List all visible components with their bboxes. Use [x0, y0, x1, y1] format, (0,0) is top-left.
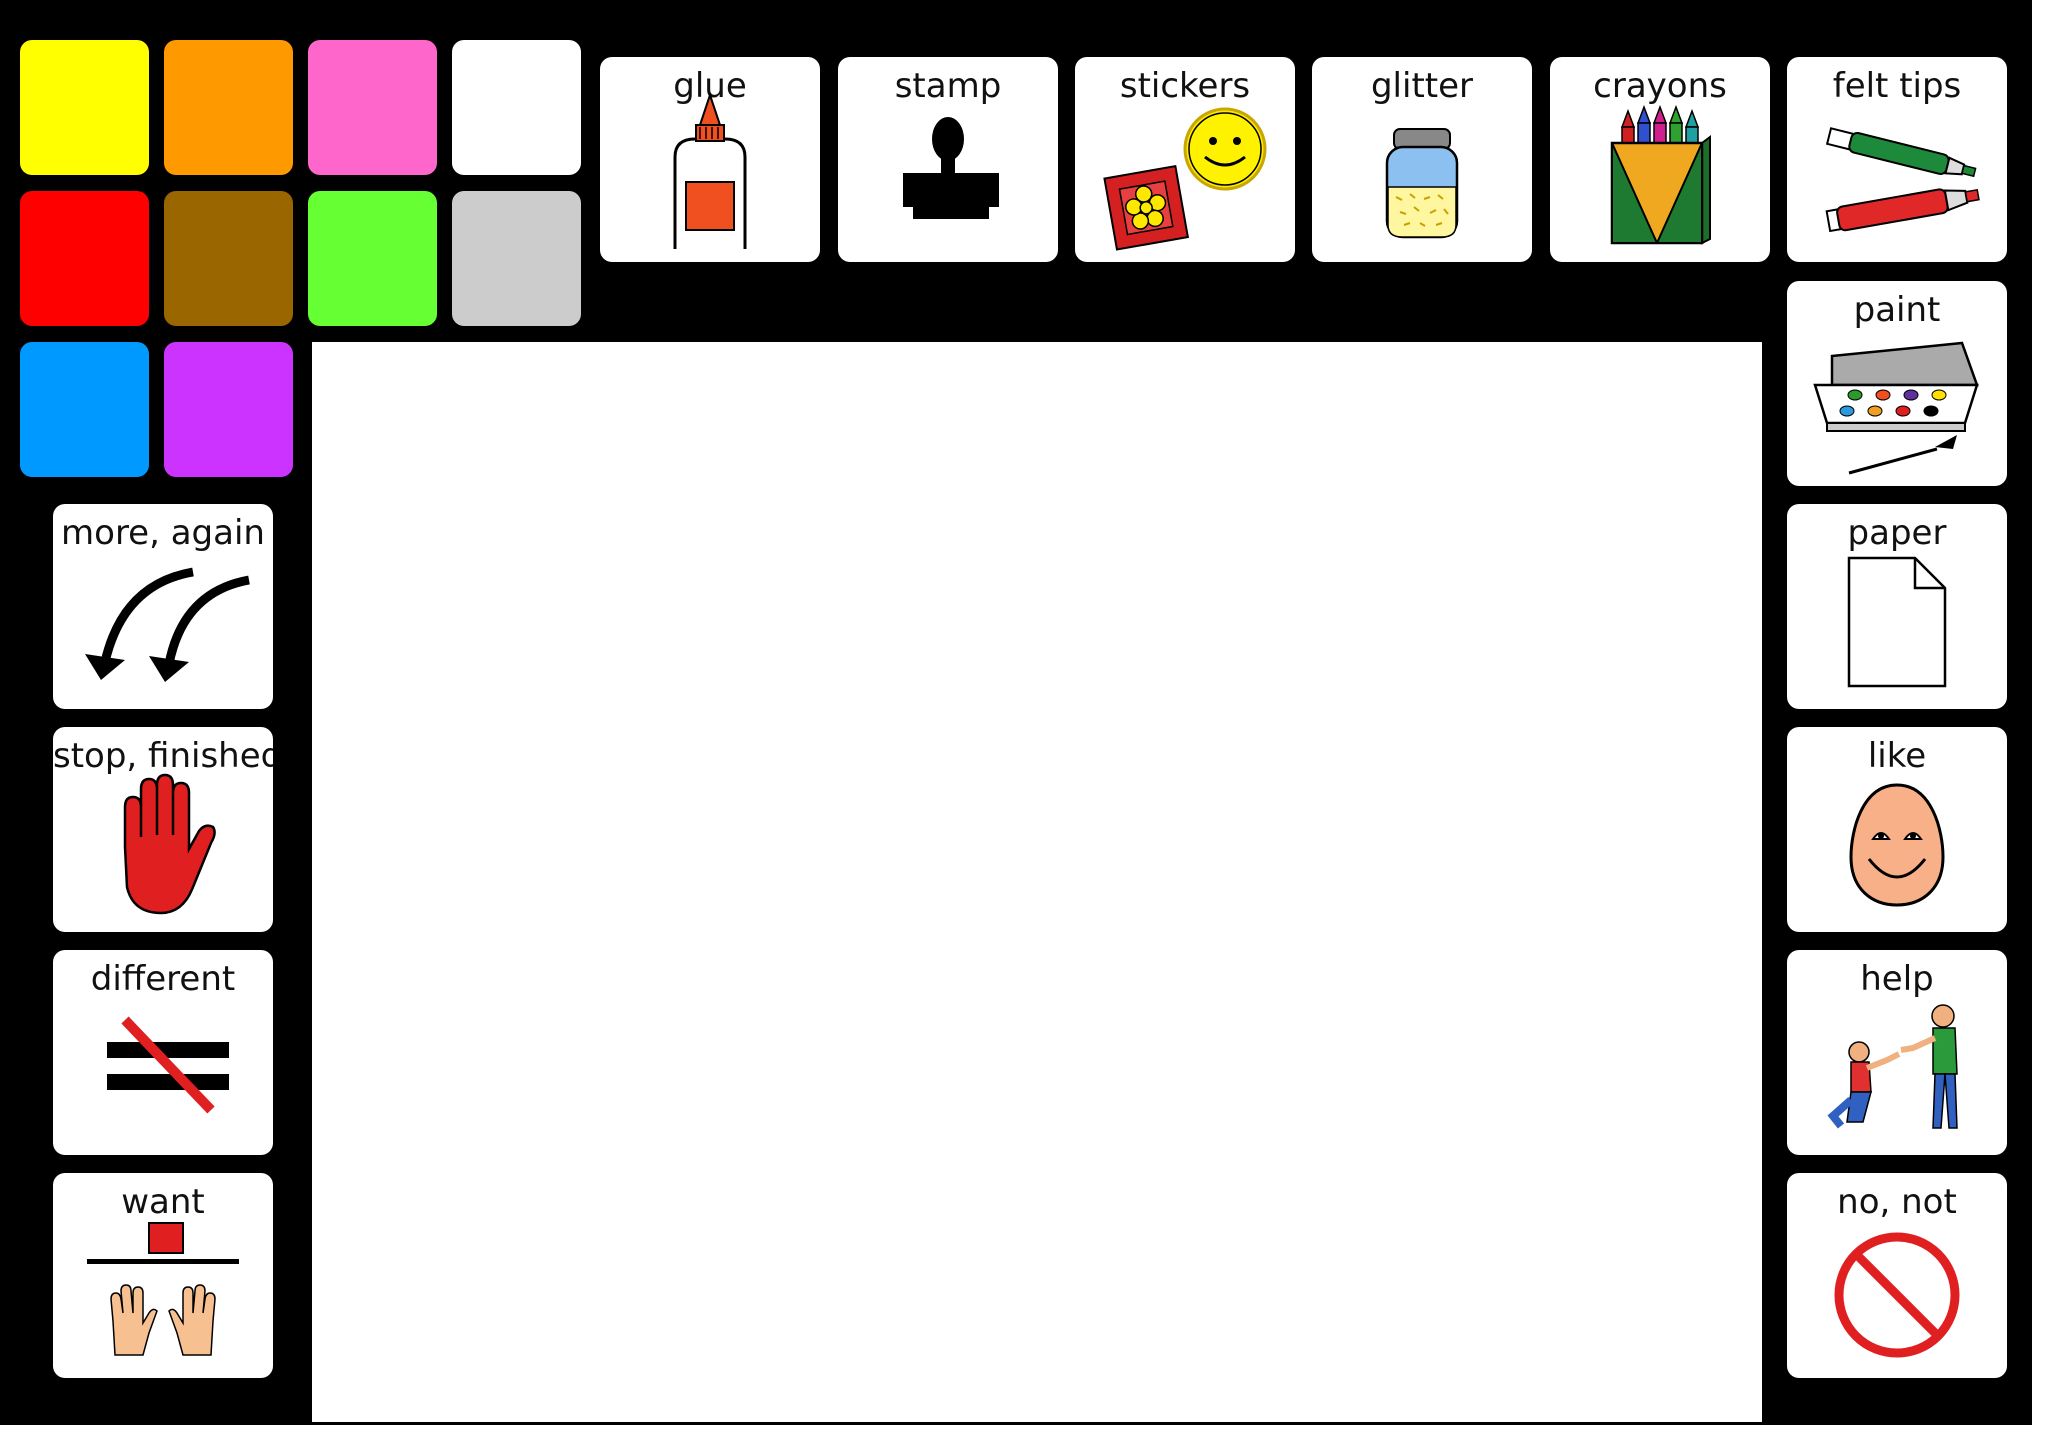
paper-sheet-icon — [1847, 556, 1947, 688]
paint-palette-icon — [1813, 341, 1979, 475]
tile-paper[interactable]: paper — [1787, 504, 2007, 709]
stop-hand-icon — [123, 773, 216, 915]
tile-stamp[interactable]: stamp — [838, 57, 1058, 262]
not-equal-icon — [107, 1016, 229, 1114]
tile-more-again[interactable]: more, again — [53, 504, 273, 709]
color-swatch-grey[interactable] — [452, 191, 581, 326]
color-swatch-purple[interactable] — [164, 342, 293, 477]
crayons-icon — [1610, 104, 1711, 245]
tile-stop-finished[interactable]: stop, finished — [53, 727, 273, 932]
stamp-icon — [903, 117, 999, 219]
stickers-icon — [1103, 107, 1267, 251]
tile-paint[interactable]: paint — [1787, 281, 2007, 486]
happy-face-icon — [1849, 783, 1945, 907]
color-swatch-orange[interactable] — [164, 40, 293, 175]
tile-like[interactable]: like — [1787, 727, 2007, 932]
color-swatch-white[interactable] — [452, 40, 581, 175]
more-again-arrows-icon — [85, 567, 250, 682]
color-swatch-blue[interactable] — [20, 342, 149, 477]
help-people-icon — [1827, 1004, 1958, 1129]
color-swatch-red[interactable] — [20, 191, 149, 326]
tile-no-not[interactable]: no, not — [1787, 1173, 2007, 1378]
drawing-canvas[interactable] — [312, 342, 1762, 1422]
tile-stickers[interactable]: stickers — [1075, 57, 1295, 262]
tile-help[interactable]: help — [1787, 950, 2007, 1155]
color-swatch-pink[interactable] — [308, 40, 437, 175]
color-swatch-yellow[interactable] — [20, 40, 149, 175]
color-swatch-green[interactable] — [308, 191, 437, 326]
tile-want[interactable]: want — [53, 1173, 273, 1378]
tile-glue[interactable]: glue — [600, 57, 820, 262]
glue-icon — [673, 91, 747, 249]
tile-glitter[interactable]: glitter — [1312, 57, 1532, 262]
tile-different[interactable]: different — [53, 950, 273, 1155]
communication-board: glue stamp stickers glitter crayons felt… — [0, 0, 2032, 1425]
want-hands-icon — [87, 1222, 239, 1356]
felt-tips-icon — [1825, 127, 1980, 233]
color-swatch-brown[interactable] — [164, 191, 293, 326]
tile-crayons[interactable]: crayons — [1550, 57, 1770, 262]
glitter-jar-icon — [1385, 128, 1459, 239]
tile-felt-tips[interactable]: felt tips — [1787, 57, 2007, 262]
no-sign-icon — [1834, 1232, 1960, 1358]
